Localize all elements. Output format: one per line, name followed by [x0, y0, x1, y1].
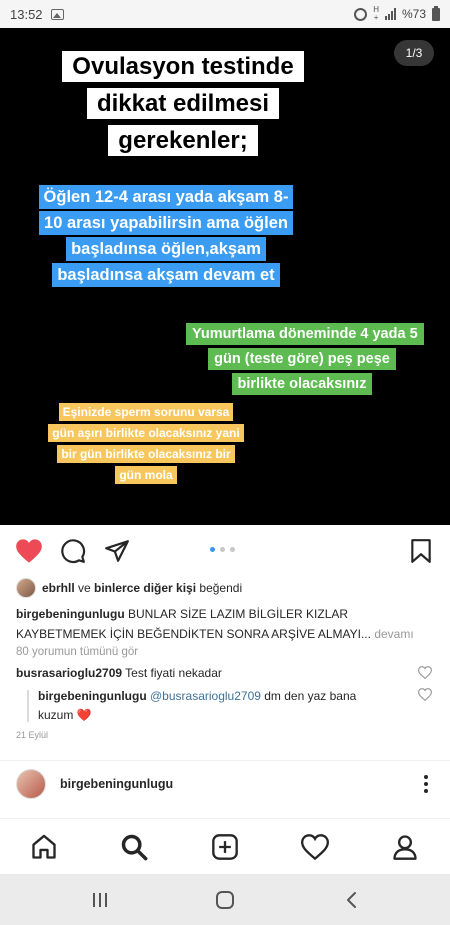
reply-username[interactable]: birgebeningunlugu	[38, 689, 147, 703]
alarm-icon	[354, 7, 368, 21]
like-button[interactable]	[14, 536, 44, 566]
heart-emoji: ❤️	[76, 708, 92, 722]
post-image[interactable]: 1/3 Ovulasyon testinde dikkat edilmesi g…	[0, 28, 450, 525]
post-date: 21 Eylül	[16, 730, 49, 740]
green-tip: Yumurtlama döneminde 4 yada 5 gün (teste…	[186, 322, 424, 397]
likes-connector: ve	[74, 581, 95, 595]
share-button[interactable]	[102, 536, 132, 566]
bottom-nav	[0, 818, 450, 874]
likes-suffix: beğendi	[196, 581, 243, 595]
comment-like-button[interactable]	[417, 666, 434, 682]
send-icon	[105, 540, 129, 562]
status-bar: 13:52 H + %73	[0, 0, 450, 28]
battery-icon	[432, 5, 440, 21]
comment-button[interactable]	[58, 536, 88, 566]
heart-filled-icon	[16, 539, 42, 563]
likes-summary[interactable]: ebrhll ve binlerce diğer kişi beğendi	[16, 578, 242, 598]
reply-mention[interactable]: @busrasarioglu2709	[150, 689, 261, 703]
avatar[interactable]	[16, 769, 46, 799]
likes-others[interactable]: binlerce diğer kişi	[94, 581, 196, 595]
profile-icon	[393, 835, 417, 860]
caption-username[interactable]: birgebeningunlugu	[16, 607, 125, 621]
nav-activity[interactable]	[299, 831, 331, 863]
back-icon	[347, 892, 356, 908]
nav-home[interactable]	[28, 831, 60, 863]
liker-username[interactable]: ebrhll	[42, 581, 75, 595]
back-button[interactable]	[338, 886, 366, 914]
post-actions	[0, 528, 450, 572]
home-system-button[interactable]	[211, 886, 239, 914]
comment-item: busrasarioglu2709 Test fiyati nekadar	[16, 664, 222, 683]
recent-apps-button[interactable]	[86, 886, 114, 914]
search-icon	[121, 834, 148, 861]
avatar	[16, 578, 36, 598]
add-post-icon	[212, 834, 238, 860]
comment-text: Test fiyati nekadar	[122, 666, 222, 680]
nav-new-post[interactable]	[209, 831, 241, 863]
carousel-counter: 1/3	[394, 40, 434, 66]
system-nav-bar	[0, 874, 450, 925]
next-post-header: birgebeningunlugu	[0, 760, 450, 812]
reply-item: birgebeningunlugu @busrasarioglu2709 dm …	[38, 687, 378, 725]
save-button[interactable]	[406, 536, 436, 566]
signal-icon	[384, 8, 396, 20]
home-circle-icon	[216, 891, 234, 909]
comment-username[interactable]: busrasarioglu2709	[16, 666, 122, 680]
nav-profile[interactable]	[389, 831, 421, 863]
caption-more-link[interactable]: devamı	[371, 627, 413, 641]
heart-outline-icon	[417, 666, 433, 680]
recent-apps-icon	[93, 893, 107, 907]
nav-search[interactable]	[118, 831, 150, 863]
status-time: 13:52	[10, 6, 43, 22]
battery-percent: %73	[401, 7, 426, 21]
yellow-tip: Eşinizde sperm sorunu varsa gün aşırı bi…	[48, 402, 244, 486]
next-post-username[interactable]: birgebeningunlugu	[60, 777, 173, 791]
heart-outline-icon	[301, 834, 329, 860]
post-caption: birgebeningunlugu BUNLAR SİZE LAZIM BİLG…	[16, 604, 436, 644]
blue-tip: Öğlen 12-4 arası yada akşam 8-10 arası y…	[32, 184, 300, 288]
home-icon	[32, 834, 56, 859]
gallery-notification-icon	[50, 8, 64, 20]
carousel-dots	[210, 547, 235, 552]
comment-icon	[61, 539, 86, 564]
reply-thread-line	[27, 690, 29, 722]
bookmark-icon	[411, 539, 431, 563]
network-type-icon: H +	[373, 5, 379, 22]
heart-outline-icon	[417, 688, 433, 702]
view-all-comments-link[interactable]: 80 yorumun tümünü gör	[16, 646, 138, 658]
more-options-icon[interactable]	[424, 775, 428, 793]
reply-like-button[interactable]	[417, 688, 434, 704]
post-title: Ovulasyon testinde dikkat edilmesi gerek…	[44, 48, 322, 159]
